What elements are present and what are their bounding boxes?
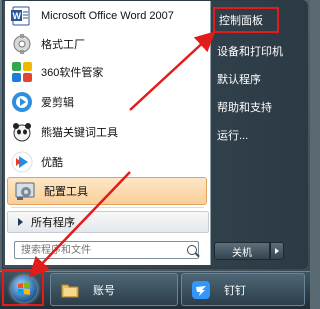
shutdown-button[interactable]: 关机: [214, 242, 270, 260]
program-format-factory[interactable]: 格式工厂: [5, 29, 210, 59]
program-config-tool[interactable]: 配置工具: [7, 177, 207, 205]
default-programs-link[interactable]: 默认程序: [213, 67, 303, 91]
taskbar-item-dingtalk[interactable]: 钉钉: [181, 273, 305, 306]
program-label: 优酷: [41, 157, 63, 169]
search-icon[interactable]: [187, 245, 197, 255]
dingtalk-icon: [192, 280, 210, 299]
360-software-icon: [11, 61, 33, 83]
svg-text:W: W: [13, 11, 22, 21]
run-link[interactable]: 运行...: [213, 123, 303, 147]
panda-tool-icon: [11, 121, 33, 143]
program-360-software[interactable]: 360软件管家: [5, 57, 210, 87]
word-icon: W: [11, 5, 33, 27]
divider: [11, 207, 204, 208]
control-panel-link[interactable]: 控制面板: [213, 7, 279, 33]
search-box[interactable]: [14, 241, 199, 259]
start-menu-right-pane: 控制面板 设备和打印机 默认程序 帮助和支持 运行...: [213, 1, 307, 265]
program-label: Microsoft Office Word 2007: [41, 10, 174, 22]
program-panda-tool[interactable]: 熊猫关键词工具: [5, 117, 210, 147]
program-label: 格式工厂: [41, 39, 85, 51]
devices-printers-link[interactable]: 设备和打印机: [213, 39, 303, 63]
search-input[interactable]: [19, 243, 183, 257]
folder-icon: [61, 281, 79, 299]
config-tool-icon: [14, 180, 36, 202]
program-youku[interactable]: 优酷: [5, 147, 210, 177]
all-programs-button[interactable]: 所有程序: [7, 211, 209, 233]
taskbar-item-account[interactable]: 账号: [50, 273, 178, 306]
start-menu: W Microsoft Office Word 2007 格式工厂 360软件管…: [2, 0, 308, 269]
program-label: 爱剪辑: [41, 97, 74, 109]
program-label: 配置工具: [44, 186, 88, 198]
program-aijianji[interactable]: 爱剪辑: [5, 87, 210, 117]
windows-logo-icon: [11, 276, 37, 302]
format-factory-icon: [11, 33, 33, 55]
all-programs-label: 所有程序: [31, 217, 75, 229]
help-support-link[interactable]: 帮助和支持: [213, 95, 303, 119]
program-label: 熊猫关键词工具: [41, 127, 118, 139]
taskbar-item-label: 账号: [93, 284, 115, 297]
taskbar-item-label: 钉钉: [224, 284, 246, 297]
shutdown-options-button[interactable]: [270, 242, 284, 260]
aijianji-icon: [11, 91, 33, 113]
program-label: 360软件管家: [41, 67, 104, 79]
start-button[interactable]: [2, 270, 44, 306]
chevron-right-icon: [18, 218, 23, 226]
program-list: W Microsoft Office Word 2007 格式工厂 360软件管…: [5, 1, 211, 265]
youku-icon: [11, 151, 33, 173]
program-word[interactable]: W Microsoft Office Word 2007: [5, 1, 210, 31]
